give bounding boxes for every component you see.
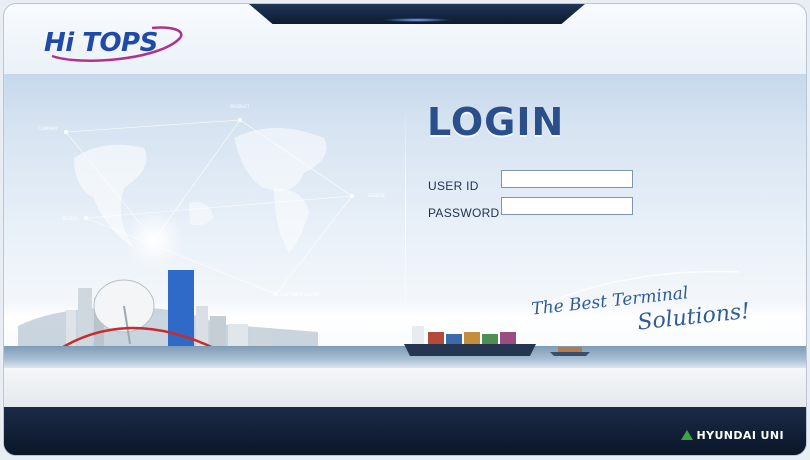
main-panel: Hi TOPS COMPANY PRODUCT SERVICE SEARCH C…	[4, 4, 806, 407]
user-id-label: USER ID	[428, 179, 479, 193]
password-input[interactable]	[501, 197, 633, 215]
map-label-service: SERVICE	[368, 193, 385, 198]
logo-text: Hi TOPS	[44, 28, 158, 58]
hitops-logo: Hi TOPS	[40, 22, 190, 68]
login-divider	[405, 106, 406, 321]
map-label-company: COMPANY	[38, 126, 58, 131]
footer-bar: HYUNDAI UNI	[4, 407, 806, 455]
user-id-input[interactable]	[501, 170, 633, 188]
app-frame: Hi TOPS COMPANY PRODUCT SERVICE SEARCH C…	[4, 4, 806, 455]
beach-background	[4, 368, 806, 407]
top-tab-decoration	[249, 4, 585, 24]
map-label-search: SEARCH	[62, 216, 78, 221]
header-bar: Hi TOPS	[4, 4, 806, 74]
login-title: LOGIN	[427, 100, 565, 144]
city-skyline-illustration	[18, 270, 318, 356]
brand-text: HYUNDAI UNI	[696, 429, 784, 442]
map-label-product: PRODUCT	[230, 104, 250, 109]
hyundai-uni-brand: HYUNDAI UNI	[681, 429, 784, 442]
password-label: PASSWORD	[428, 206, 500, 220]
hyundai-triangle-icon	[681, 430, 694, 440]
slogan: The Best Terminal Solutions!	[512, 259, 795, 356]
